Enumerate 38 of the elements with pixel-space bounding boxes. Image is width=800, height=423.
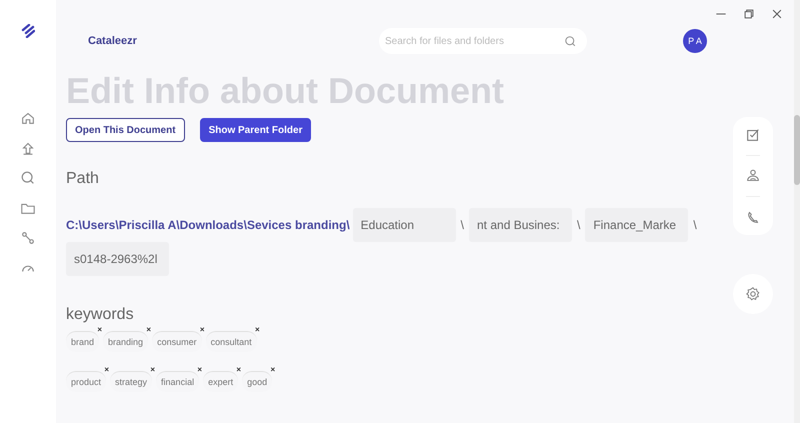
- avatar[interactable]: P A: [683, 29, 707, 53]
- app-name: Cataleezr: [88, 35, 138, 47]
- section-heading: keywords: [66, 306, 134, 324]
- upload-icon[interactable]: [20, 140, 36, 156]
- settings-icon[interactable]: [745, 286, 761, 302]
- home-icon[interactable]: [20, 110, 36, 126]
- path-separator: \: [693, 218, 697, 232]
- open-document-button[interactable]: Open This Document: [66, 118, 185, 142]
- search-icon[interactable]: [564, 34, 577, 48]
- path-separator: \: [577, 218, 580, 232]
- remove-tag-button[interactable]: ×: [150, 365, 156, 374]
- remove-tag-button[interactable]: ×: [236, 365, 242, 374]
- remove-tag-button[interactable]: ×: [270, 365, 276, 374]
- remove-tag-button[interactable]: ×: [97, 325, 102, 334]
- close-icon[interactable]: [770, 7, 784, 21]
- checklist-icon[interactable]: [745, 127, 761, 143]
- section-heading: Path: [66, 170, 99, 188]
- path-segment-field[interactable]: nt and Busines:: [469, 208, 572, 242]
- scrollbar[interactable]: [794, 0, 800, 423]
- remove-tag-button[interactable]: ×: [200, 325, 205, 334]
- remove-tag-button[interactable]: ×: [104, 365, 110, 374]
- restore-icon[interactable]: [742, 7, 756, 21]
- path-segment-field[interactable]: s0148-2963%2l: [66, 242, 169, 276]
- remove-tag-button[interactable]: ×: [254, 325, 260, 334]
- remove-tag-button[interactable]: ×: [197, 365, 202, 374]
- logo-icon: [21, 24, 35, 38]
- search-input[interactable]: Search for files and folders: [379, 34, 564, 48]
- path-segment-field[interactable]: Education: [352, 208, 456, 242]
- settings-button[interactable]: [733, 274, 773, 314]
- path-link[interactable]: C:\Users\Priscilla A\Downloads\Sevices branding\: [66, 218, 350, 232]
- path-segment-field[interactable]: Finance_Marke: [585, 208, 688, 242]
- path-separator: \: [460, 218, 464, 232]
- remove-tag-button[interactable]: ×: [146, 325, 152, 334]
- search-icon[interactable]: [20, 170, 36, 186]
- search-field[interactable]: Search for files and folders: [379, 28, 587, 54]
- person-icon[interactable]: [745, 168, 761, 184]
- link-icon[interactable]: [20, 230, 36, 246]
- show-folder-button[interactable]: Show Parent Folder: [200, 118, 312, 142]
